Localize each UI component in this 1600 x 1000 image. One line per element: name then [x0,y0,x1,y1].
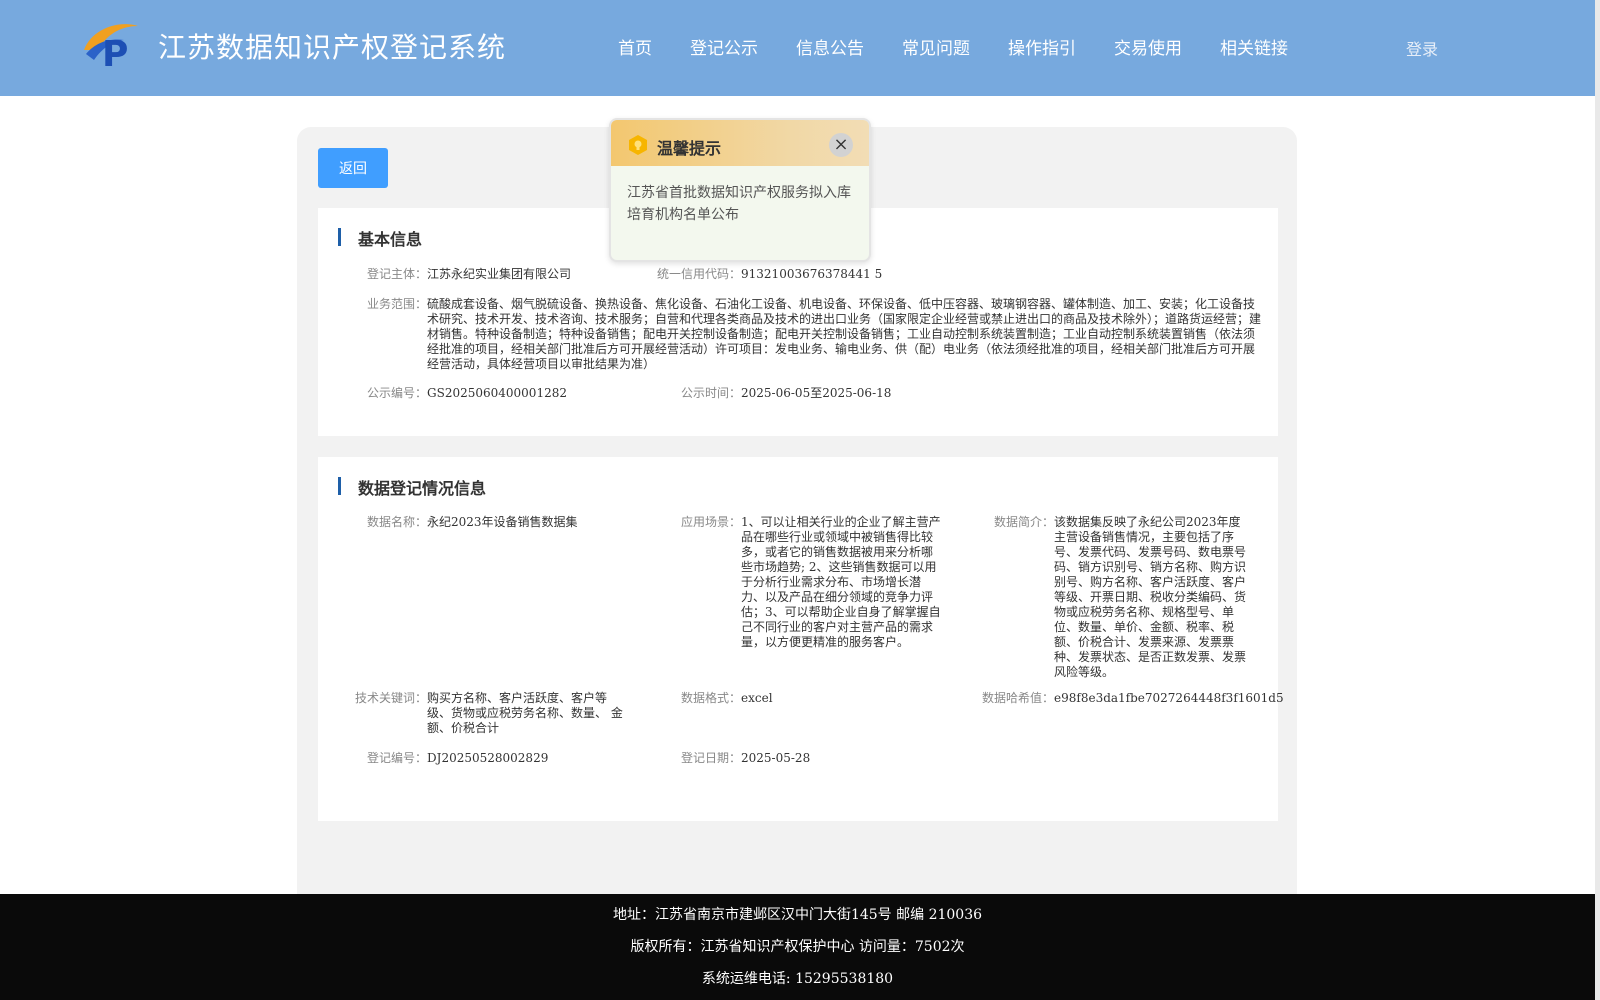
field-label: 数据简介： [994,515,1055,529]
notice-popup: 温馨提示 × 江苏省首批数据知识产权服务拟入库培育机构名单公布 [609,118,871,262]
field-label: 数据格式： [681,691,742,705]
field-label: 登记主体： [367,267,428,281]
reg-date-value: 2025-05-28 [741,751,811,765]
field-label: 数据哈希值： [982,691,1055,705]
registrant-field: 登记主体： 江苏永纪实业集团有限公司 [367,267,687,282]
popup-title: 温馨提示 [657,139,722,158]
field-label: 数据名称： [367,515,428,529]
notice-time-field: 公示时间： 2025-06-05至2025-06-18 [681,386,1001,401]
nav-announcements[interactable]: 信息公告 [796,34,864,59]
scenario-field: 应用场景： 1、可以让相关行业的企业了解主营产品在哪些行业或领域中被销售得比较多… [681,515,951,650]
credit-code-value: 91321003676378441 5 [741,267,883,281]
nav-home[interactable]: 首页 [618,34,652,59]
notice-no-field: 公示编号： GS2025060400001282 [367,386,687,401]
notice-time-value: 2025-06-05至2025-06-18 [741,386,892,400]
field-label: 应用场景： [681,515,742,529]
hash-field: 数据哈希值： e98f8e3da1fbe7027264448f3f1601d5 [982,691,1284,706]
nav-trade-use[interactable]: 交易使用 [1114,34,1182,59]
logo-icon[interactable]: P [80,20,140,70]
format-field: 数据格式： excel [681,691,951,706]
field-label: 统一信用代码： [657,267,742,281]
footer-copyright: 版权所有：江苏省知识产权保护中心 访问量：7502次 [630,939,965,955]
main-nav: 首页 登记公示 信息公告 常见问题 操作指引 交易使用 相关链接 [618,34,1326,59]
bulb-icon [629,135,647,155]
field-label: 技术关键词： [355,691,428,705]
popup-message[interactable]: 江苏省首批数据知识产权服务拟入库培育机构名单公布 [627,182,859,226]
keywords-value: 购买方名称、客户活跃度、客户等级、货物或应税劳务名称、数量、 金额、价税合计 [427,691,623,735]
notice-no-value: GS2025060400001282 [427,386,567,400]
reg-date-field: 登记日期： 2025-05-28 [681,751,951,766]
field-label: 登记日期： [681,751,742,765]
site-footer: 地址：江苏省南京市建邺区汉中门大街145号 邮编 210036 版权所有：江苏省… [0,894,1595,1000]
hash-value: e98f8e3da1fbe7027264448f3f1601d5 [1054,691,1284,705]
nav-faq[interactable]: 常见问题 [902,34,970,59]
credit-code-field: 统一信用代码： 91321003676378441 5 [657,267,977,282]
site-header: P 江苏数据知识产权登记系统 首页 登记公示 信息公告 常见问题 操作指引 交易… [0,0,1595,96]
data-name-field: 数据名称： 永纪2023年设备销售数据集 [367,515,667,530]
site-title[interactable]: 江苏数据知识产权登记系统 [158,26,506,66]
field-label: 业务范围： [367,297,428,311]
registrant-value: 江苏永纪实业集团有限公司 [427,267,572,281]
field-label: 登记编号： [367,751,428,765]
reg-no-value: DJ20250528002829 [427,751,549,765]
popup-header: 温馨提示 × [611,120,869,166]
back-button[interactable]: 返回 [318,148,388,188]
svg-text:P: P [102,34,128,70]
close-icon[interactable]: × [829,133,853,157]
login-link[interactable]: 登录 [1406,36,1438,60]
data-name-value: 永纪2023年设备销售数据集 [427,515,578,529]
section-title-basic: 基本信息 [338,226,422,250]
scrollbar-track[interactable] [1595,0,1600,1000]
intro-value: 该数据集反映了永纪公司2023年度主营设备销售情况，主要包括了序号、发票代码、发… [1054,515,1247,679]
reg-no-field: 登记编号： DJ20250528002829 [367,751,667,766]
field-label: 公示时间： [681,386,742,400]
business-scope-value: 硫酸成套设备、烟气脱硫设备、换热设备、焦化设备、石油化工设备、机电设备、环保设备… [427,297,1262,371]
section-title-data: 数据登记情况信息 [338,475,486,499]
footer-address: 地址：江苏省南京市建邺区汉中门大街145号 邮编 210036 [612,907,983,923]
field-label: 公示编号： [367,386,428,400]
nav-guide[interactable]: 操作指引 [1008,34,1076,59]
data-info-panel: 数据登记情况信息 数据名称： 永纪2023年设备销售数据集 应用场景： 1、可以… [318,457,1284,821]
intro-field: 数据简介： 该数据集反映了永纪公司2023年度主营设备销售情况，主要包括了序号、… [994,515,1264,680]
nav-registration-notice[interactable]: 登记公示 [690,34,758,59]
scenario-value: 1、可以让相关行业的企业了解主营产品在哪些行业或领域中被销售得比较多，或者它的销… [741,515,941,649]
footer-phone: 系统运维电话: 15295538180 [701,971,894,987]
nav-links[interactable]: 相关链接 [1220,34,1288,59]
format-value: excel [741,691,773,705]
business-scope-field: 业务范围： 硫酸成套设备、烟气脱硫设备、换热设备、焦化设备、石油化工设备、机电设… [367,297,1267,372]
keywords-field: 技术关键词： 购买方名称、客户活跃度、客户等级、货物或应税劳务名称、数量、 金额… [355,691,645,736]
